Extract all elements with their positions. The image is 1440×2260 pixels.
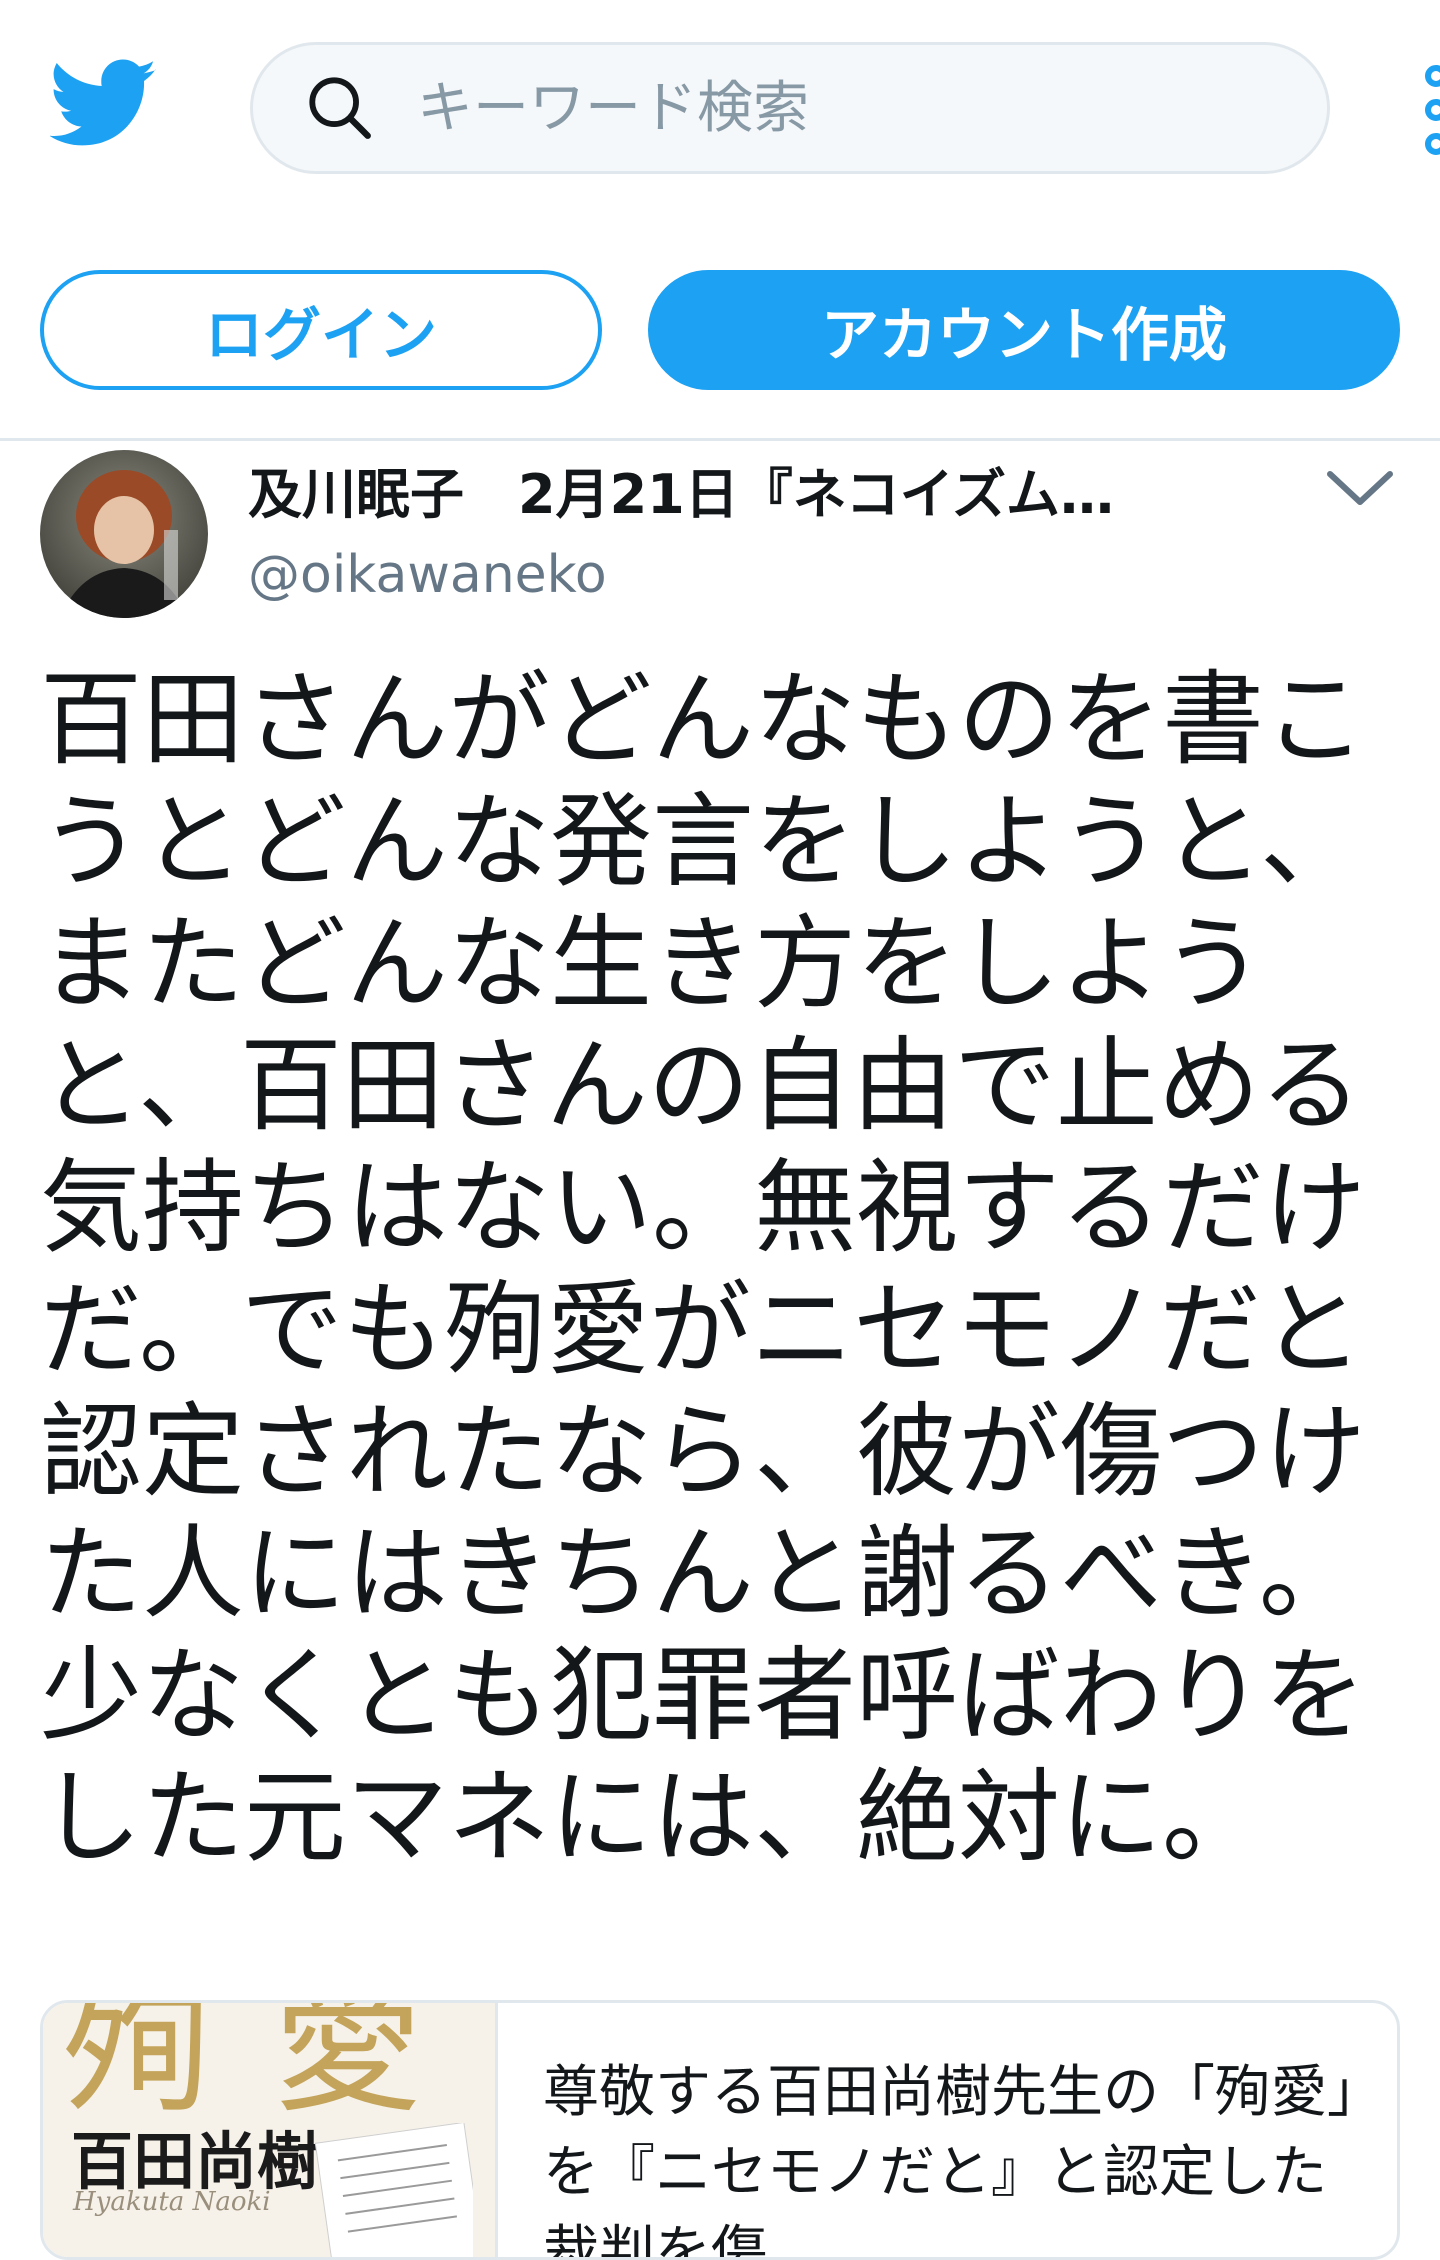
search-input[interactable] — [415, 62, 1279, 154]
author-name[interactable]: 及川眠子 2月21日『ネコイズム… — [248, 455, 1248, 535]
twitter-bird-icon[interactable] — [50, 58, 158, 150]
link-card[interactable]: 殉愛 百田尚樹 Hyakuta Naoki 尊敬する百田尚樹先生の「殉愛」を『ニ… — [40, 2000, 1400, 2260]
more-menu-icon[interactable] — [1418, 60, 1440, 160]
search-icon — [309, 77, 371, 139]
avatar[interactable] — [40, 450, 208, 618]
card-description: 尊敬する百田尚樹先生の「殉愛」を『ニセモノだと』と認定した裁判を傷 — [543, 2060, 1355, 2260]
signup-button[interactable]: アカウント作成 — [648, 270, 1400, 390]
chevron-down-icon[interactable] — [1322, 464, 1398, 512]
tweet-text: 百田さんがどんなものを書こうとどんな発言をしようと、またどんな生き方をしようと、… — [40, 661, 1366, 1878]
card-thumbnail: 殉愛 百田尚樹 Hyakuta Naoki — [43, 2003, 498, 2257]
thumb-author-romaji: Hyakuta Naoki — [73, 2187, 271, 2217]
author-handle[interactable]: @oikawaneko — [248, 540, 607, 610]
paper-decoration — [314, 2123, 473, 2257]
login-button[interactable]: ログイン — [40, 270, 602, 390]
search-box[interactable] — [250, 42, 1330, 174]
divider — [0, 438, 1440, 441]
header: ログイン アカウント作成 — [0, 0, 1440, 440]
